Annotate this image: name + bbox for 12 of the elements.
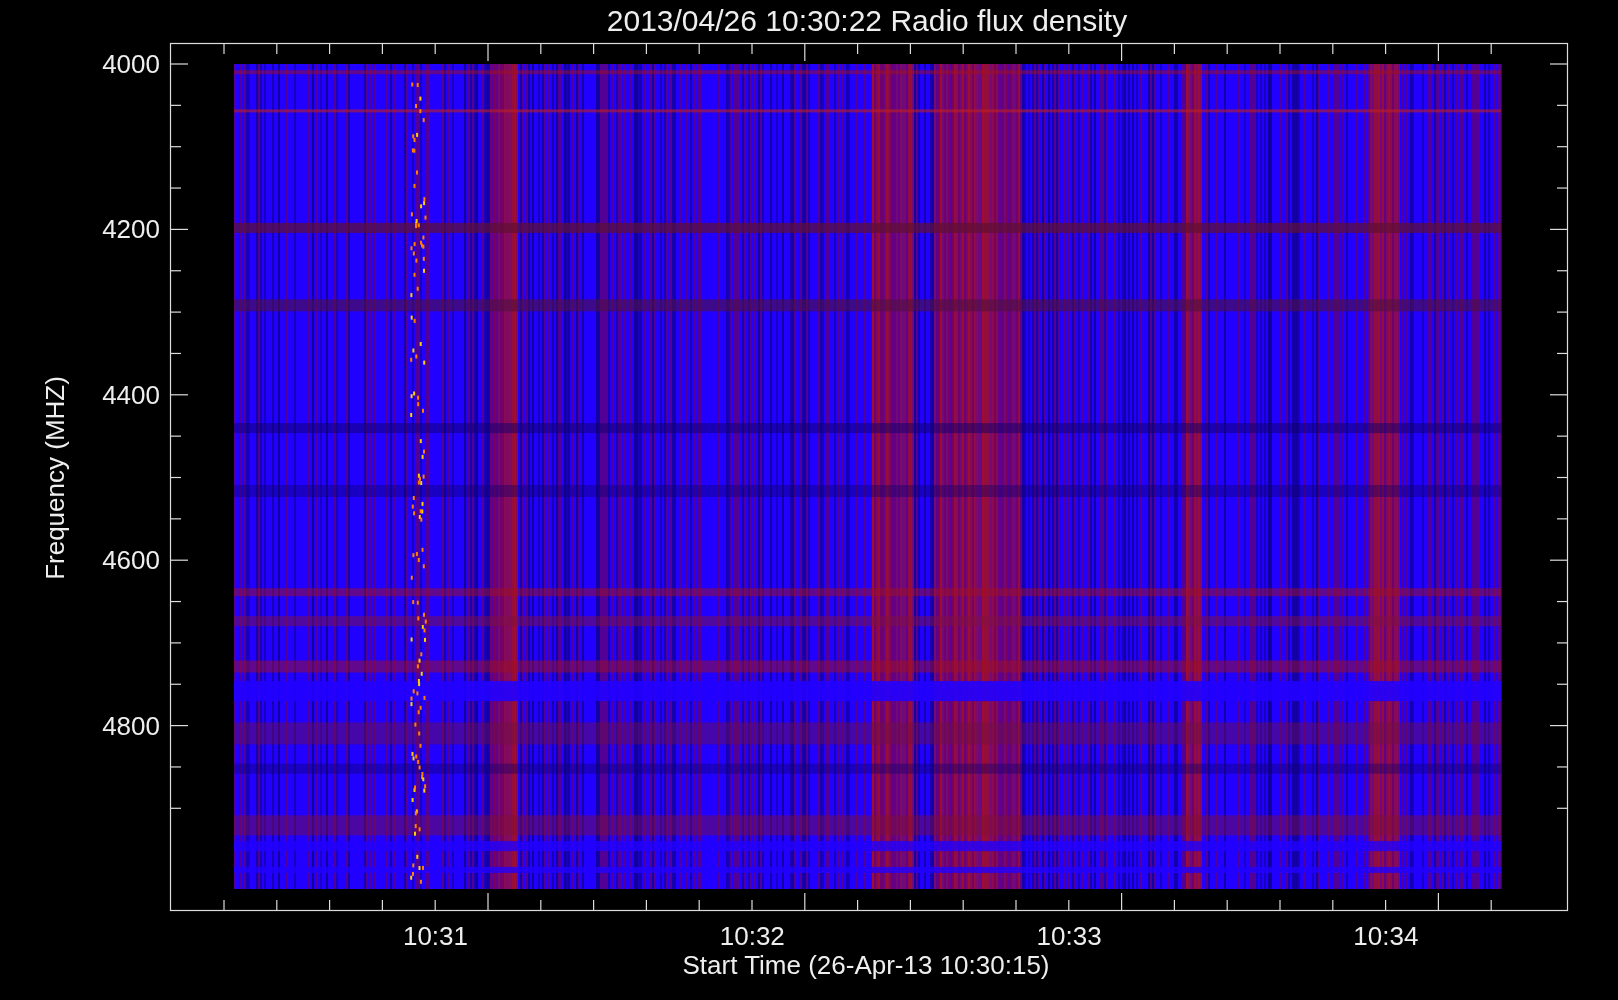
y-tick-label: 4400 bbox=[102, 379, 160, 410]
y-axis-label: Frequency (MHZ) bbox=[40, 376, 70, 580]
y-tick-label: 4000 bbox=[102, 49, 160, 79]
x-tick-label: 10:31 bbox=[402, 921, 469, 951]
y-tick-label: 4600 bbox=[102, 545, 160, 576]
y-tick-label: 4200 bbox=[102, 214, 160, 245]
x-tick-label: 10:34 bbox=[1353, 921, 1419, 951]
chart-title: 2013/04/26 10:30:22 Radio flux density bbox=[606, 4, 1128, 37]
x-tick-label: 10:33 bbox=[1036, 921, 1102, 951]
x-tick-label: 10:32 bbox=[719, 921, 785, 951]
y-tick-label: 4800 bbox=[102, 710, 160, 741]
x-axis-label: Start Time (26-Apr-13 10:30:15) bbox=[682, 950, 1050, 980]
